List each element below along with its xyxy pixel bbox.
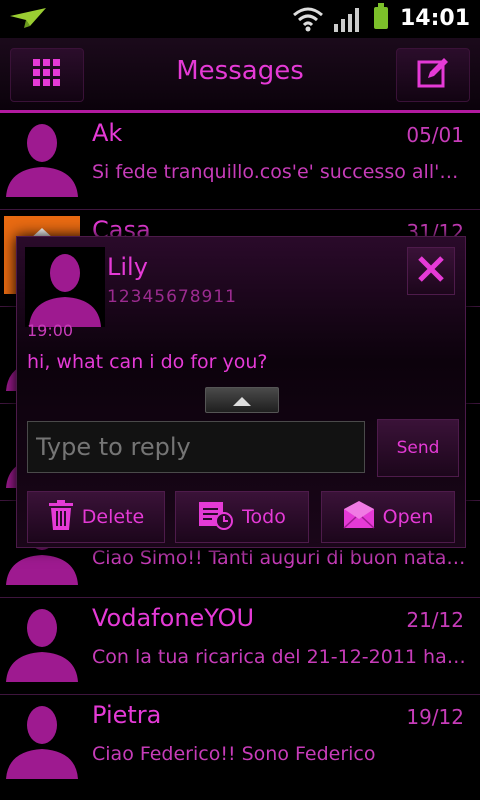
close-button[interactable]	[407, 247, 455, 295]
todo-button[interactable]: Todo	[175, 491, 309, 543]
compose-button[interactable]	[396, 48, 470, 102]
message-snippet: Ciao Federico!! Sono Federico	[92, 743, 376, 765]
close-icon	[417, 255, 445, 287]
open-button[interactable]: Open	[321, 491, 455, 543]
delete-label: Delete	[81, 506, 145, 528]
notification-icon	[8, 6, 48, 34]
battery-icon	[374, 3, 388, 29]
list-item[interactable]: VodafoneYOU 21/12 Con la tua ricarica de…	[0, 598, 480, 695]
contact-name: Lily	[107, 253, 148, 281]
contact-name: VodafoneYOU	[92, 604, 255, 632]
avatar	[4, 604, 80, 682]
message-date: 05/01	[406, 123, 464, 147]
message-date: 21/12	[406, 608, 464, 632]
trash-icon	[48, 499, 74, 535]
contact-number: 12345678911	[107, 287, 237, 307]
message-date: 19/12	[406, 705, 464, 729]
list-item[interactable]: Pietra 19/12 Ciao Federico!! Sono Federi…	[0, 695, 480, 791]
signal-icon	[334, 8, 360, 36]
send-button[interactable]: Send	[377, 419, 459, 477]
todo-label: Todo	[242, 506, 286, 528]
message-text: hi, what can i do for you?	[27, 351, 268, 373]
list-item[interactable]: Ak 05/01 Si fede tranquillo.cos'e' succe…	[0, 113, 480, 210]
compose-icon	[416, 56, 450, 94]
open-label: Open	[382, 506, 434, 528]
envelope-icon	[343, 500, 375, 534]
chevron-up-icon	[233, 391, 251, 410]
status-bar: 14:01	[0, 0, 480, 38]
clock: 14:01	[399, 6, 470, 31]
message-snippet: Si fede tranquillo.cos'e' successo all'u…	[92, 161, 468, 183]
expand-button[interactable]	[205, 387, 279, 413]
quick-reply-popup: Lily 12345678911 19:00 hi, what can i do…	[16, 236, 466, 548]
reply-input[interactable]	[27, 421, 365, 473]
avatar	[4, 701, 80, 779]
avatar	[4, 119, 80, 197]
todo-icon	[198, 500, 234, 535]
action-bar: Messages	[0, 38, 480, 113]
wifi-icon	[292, 6, 324, 36]
message-snippet: Ciao Simo!! Tanti auguri di buon natal..…	[92, 547, 468, 569]
contact-avatar	[25, 247, 105, 327]
message-time: 19:00	[27, 321, 74, 340]
contact-name: Ak	[92, 119, 123, 147]
delete-button[interactable]: Delete	[27, 491, 165, 543]
message-snippet: Con la tua ricarica del 21-12-2011 hai .…	[92, 646, 468, 668]
contact-name: Pietra	[92, 701, 162, 729]
